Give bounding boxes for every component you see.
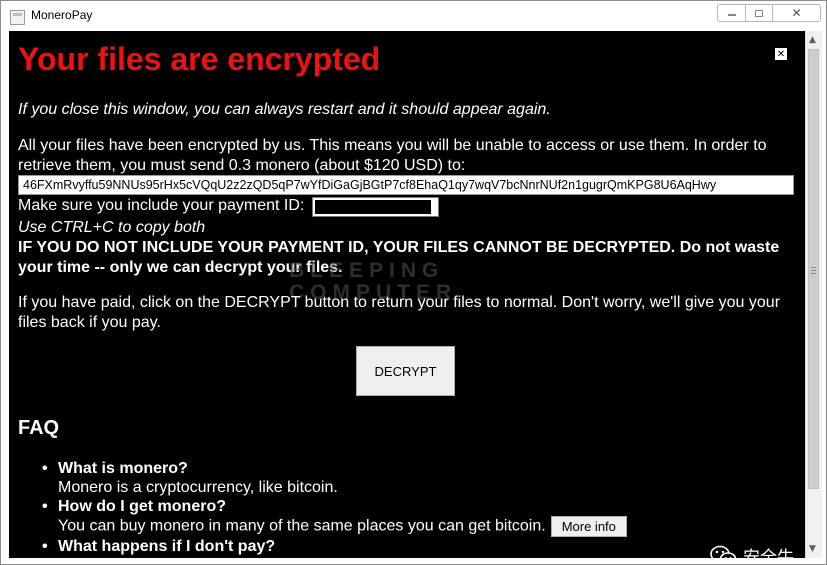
maximize-button[interactable] <box>745 4 772 22</box>
scroll-thumb[interactable] <box>808 49 819 489</box>
paid-instructions: If you have paid, click on the DECRYPT b… <box>18 294 781 331</box>
payment-id-label: Make sure you include your payment ID: <box>18 197 305 214</box>
window-title: MoneroPay <box>31 8 93 22</box>
faq-answer: Monero is a cryptocurrency, like bitcoin… <box>58 479 338 496</box>
faq-heading: FAQ <box>18 417 60 439</box>
wallet-address-field[interactable] <box>18 175 794 195</box>
more-info-button[interactable]: More info <box>550 516 627 537</box>
faq-answer-row: You can buy monero in many of the same p… <box>58 516 798 537</box>
faq-question: What is monero? <box>58 460 188 477</box>
wechat-icon <box>710 545 737 558</box>
app-window: MoneroPay ✕ Your files are encrypted ✕ I… <box>0 0 827 565</box>
watermark-line: BLEEPING <box>289 259 445 282</box>
vertical-scrollbar[interactable]: ▲ ▼ <box>805 31 822 558</box>
source-badge: 安全牛 <box>709 543 794 558</box>
intro-text: All your files have been encrypted by us… <box>18 137 767 174</box>
faq-question: How do I get monero? <box>58 498 226 515</box>
scroll-up-icon[interactable]: ▲ <box>809 35 816 45</box>
close-window-button[interactable]: ✕ <box>772 4 821 22</box>
close-x-icon[interactable]: ✕ <box>775 48 787 60</box>
payment-id-redaction <box>315 200 431 214</box>
payment-id-field[interactable] <box>312 197 439 217</box>
app-icon <box>10 10 25 25</box>
maximize-icon <box>755 9 763 17</box>
minimize-icon <box>727 14 736 16</box>
restart-note: If you close this window, you can always… <box>18 101 551 118</box>
copy-hint: Use CTRL+C to copy both <box>18 219 206 236</box>
decrypt-button[interactable]: DECRYPT <box>356 346 455 396</box>
close-icon: ✕ <box>791 6 802 20</box>
grip-icon <box>811 273 816 274</box>
grip-icon <box>811 270 816 271</box>
faq-list: What is monero? Monero is a cryptocurren… <box>42 459 798 556</box>
faq-item: What is monero? Monero is a cryptocurren… <box>42 459 798 497</box>
grip-icon <box>811 267 816 268</box>
minimize-button[interactable] <box>717 4 745 22</box>
page-title: Your files are encrypted <box>18 41 381 77</box>
badge-text: 安全牛 <box>743 548 794 558</box>
title-bar[interactable]: MoneroPay ✕ <box>1 1 826 31</box>
faq-question: What happens if I don't pay? <box>58 538 276 555</box>
scroll-down-icon[interactable]: ▼ <box>809 544 816 554</box>
faq-item: What happens if I don't pay? <box>42 537 798 556</box>
faq-answer: You can buy monero in many of the same p… <box>58 517 546 535</box>
faq-item: How do I get monero? You can buy monero … <box>42 497 798 537</box>
ransom-note-panel: Your files are encrypted ✕ If you close … <box>9 31 805 558</box>
